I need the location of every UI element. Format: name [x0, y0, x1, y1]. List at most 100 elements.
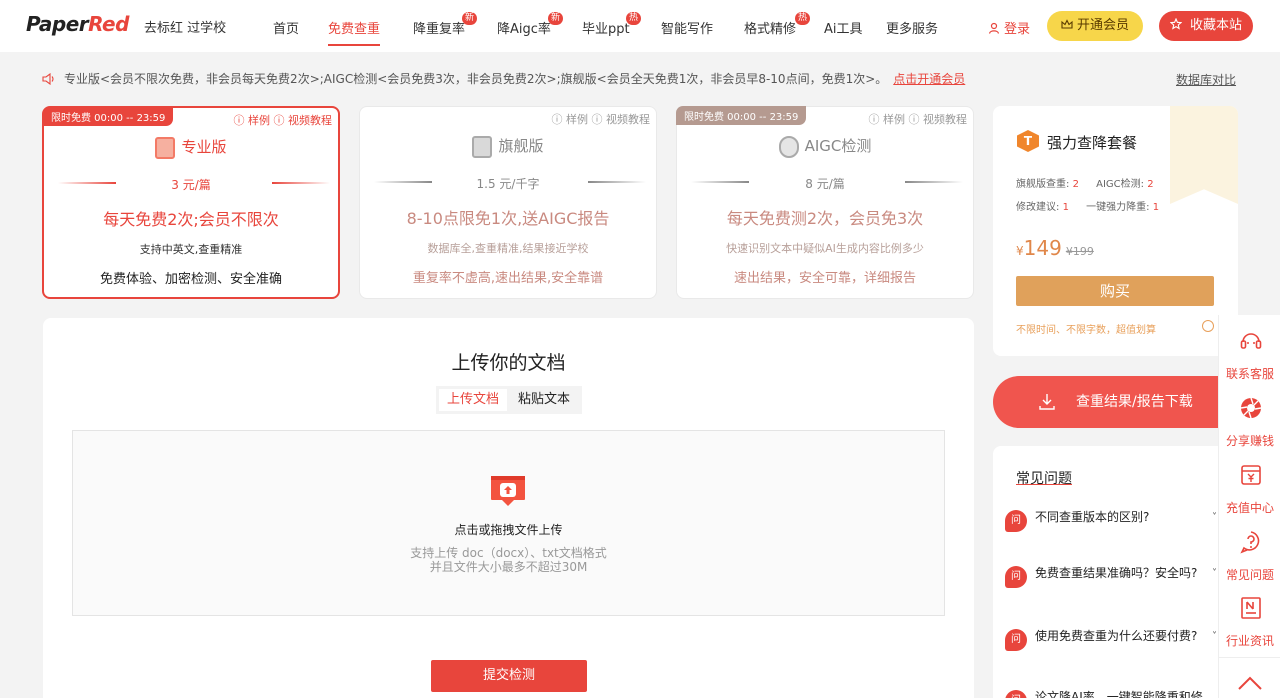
plan-headline: 8-10点限免1次,送AIGC报告 [406, 209, 610, 228]
plan-headline: 每天免费测2次，会员免3次 [726, 209, 924, 228]
login-label: 登录 [1004, 22, 1031, 37]
spec-value: 2 [1072, 179, 1079, 190]
plan-card-aigc[interactable]: 限时免费 00:00 -- 23:59 ⓘ 样例 ⓘ 视频教程 AIGC检测 8… [676, 106, 974, 299]
dropzone-hint-line: 支持上传 doc（docx）、txt文档格式 [410, 546, 607, 560]
buy-button[interactable]: 购买 [1016, 276, 1214, 306]
divider [272, 182, 330, 184]
download-icon [1039, 394, 1055, 410]
favorite-button-label: 收藏本站 [1189, 18, 1242, 33]
plan-title-text: 专业版 [181, 138, 227, 156]
spec-value: 1 [1152, 202, 1160, 213]
spec-label: 修改建议: [1016, 202, 1060, 213]
chevron-up-icon[interactable] [1237, 675, 1263, 691]
plan-price: 1.5 元/千字 [476, 177, 540, 191]
plan-features: 速出结果，安全可靠，详细报告 [733, 271, 916, 286]
database-compare-link[interactable]: 数据库对比 [1176, 71, 1236, 88]
card-sample-links[interactable]: ⓘ 样例 ⓘ 视频教程 [234, 112, 333, 128]
faq-question: 使用免费查重为什么还要付费? [1035, 629, 1198, 643]
sidebar-contact-service[interactable]: 联系客服 [1219, 323, 1280, 389]
chevron-down-icon: ˅ [1212, 512, 1217, 523]
plan-title: 旗舰版 [360, 135, 656, 158]
plan-card-professional[interactable]: 限时免费 00:00 -- 23:59 ⓘ 样例 ⓘ 视频教程 专业版 3 元/… [42, 106, 340, 299]
nav-smart-writing[interactable]: 智能写作 [661, 18, 713, 37]
plan-title: AIGC检测 [677, 135, 973, 158]
faq-question: 论文降AI率，一键智能降重和修 [1035, 690, 1203, 698]
package-price: ¥149 ¥199 [1016, 236, 1094, 260]
chevron-down-icon: ˅ [1212, 568, 1217, 579]
nav-home[interactable]: 首页 [273, 18, 299, 37]
nav-badge-hot: 热 [795, 12, 811, 25]
nav-graduation-ppt[interactable]: 毕业ppt [582, 18, 630, 37]
card-sample-links[interactable]: ⓘ 样例 ⓘ 视频教程 [552, 111, 651, 127]
login-link[interactable]: 登录 [988, 18, 1030, 37]
submit-check-button[interactable]: 提交检测 [431, 660, 587, 692]
card-sample-links[interactable]: ⓘ 样例 ⓘ 视频教程 [869, 111, 968, 127]
sidebar-label: 行业资讯 [1225, 634, 1274, 648]
sidebar-share-earn[interactable]: 分享赚钱 [1219, 390, 1280, 456]
nav-badge-new: 新 [462, 12, 478, 25]
dropzone-hint: 支持上传 doc（docx）、txt文档格式 并且文件大小最多不超过30M [73, 546, 944, 574]
tab-paste-text[interactable]: 粘贴文本 [510, 389, 578, 411]
old-price: ¥199 [1065, 245, 1094, 258]
notice-bar: 专业版<会员不限次免费，非会员每天免费2次>;AIGC检测<会员免费3次，非会员… [42, 70, 965, 87]
nav-format[interactable]: 格式精修 [744, 18, 796, 37]
plan-title: 专业版 [44, 136, 338, 159]
package-spec-row: 旗舰版查重: 2 AIGC检测: 2 [1016, 175, 1154, 190]
favorite-button[interactable]: 收藏本站 [1159, 11, 1253, 41]
download-label: 查重结果/报告下载 [1076, 394, 1193, 410]
question-bubble-icon: 问 [1005, 629, 1027, 651]
upload-tabs: 上传文档 粘贴文本 [436, 386, 582, 414]
question-icon [1240, 531, 1260, 554]
vip-button[interactable]: 开通会员 [1047, 11, 1143, 41]
upload-panel: 上传你的文档 上传文档 粘贴文本 点击或拖拽文件上传 支持上传 doc（docx… [43, 318, 974, 698]
plan-features: 免费体验、加密检测、安全准确 [99, 272, 282, 287]
package-logo-icon: T [1017, 130, 1039, 152]
paperred-logo[interactable]: PaperRed [26, 12, 129, 36]
sidebar-industry-news[interactable]: 行业资讯 [1219, 590, 1280, 656]
open-vip-link[interactable]: 点击开通会员 [893, 72, 965, 86]
report-download-button[interactable]: 查重结果/报告下载 [993, 376, 1238, 428]
nav-badge-new: 新 [548, 12, 564, 25]
sidebar-label: 常见问题 [1225, 568, 1274, 582]
faq-question: 免费查重结果准确吗？安全吗? [1035, 566, 1198, 580]
upload-title: 上传你的文档 [451, 352, 566, 374]
nav-ai-tools[interactable]: Ai工具 [824, 18, 863, 37]
divider [1219, 657, 1280, 658]
faq-panel: 常见问题 问 不同查重版本的区别? ˅ 问 免费查重结果准确吗？安全吗? ˅ 问… [993, 446, 1238, 698]
sidebar-label: 充值中心 [1225, 501, 1274, 515]
faq-title: 常见问题 [1016, 471, 1072, 487]
question-bubble-icon: 问 [1005, 510, 1027, 532]
ribbon-icon [155, 136, 176, 159]
plan-price: 3 元/篇 [171, 178, 211, 192]
plan-card-flagship[interactable]: ⓘ 样例 ⓘ 视频教程 旗舰版 1.5 元/千字 8-10点限免1次,送AIGC… [359, 106, 657, 299]
logo-text: Paper [26, 12, 89, 36]
yen-icon [1241, 465, 1261, 485]
tab-upload-document[interactable]: 上传文档 [439, 389, 507, 411]
aperture-icon [1240, 397, 1262, 419]
divider [905, 181, 963, 183]
nav-active-underline [328, 44, 380, 46]
dropzone-hint-line: 并且文件大小最多不超过30M [429, 560, 588, 574]
spec-value: 2 [1147, 179, 1154, 190]
speaker-icon [42, 72, 54, 86]
sidebar-faq[interactable]: 常见问题 [1219, 524, 1280, 590]
faq-question: 不同查重版本的区别? [1035, 510, 1150, 524]
spec-value: 1 [1062, 202, 1069, 213]
nav-reduce-aigc[interactable]: 降Aigc率 [497, 18, 551, 37]
check-icon [1202, 320, 1214, 332]
file-dropzone[interactable]: 点击或拖拽文件上传 支持上传 doc（docx）、txt文档格式 并且文件大小最多… [72, 430, 945, 616]
plan-title-text: 旗舰版 [498, 137, 544, 155]
question-bubble-icon: 问 [1005, 566, 1027, 588]
price-currency: ¥ [1016, 244, 1024, 258]
spec-label: 旗舰版查重: [1016, 179, 1070, 190]
nav-free-check[interactable]: 免费查重 [328, 18, 380, 37]
notice-text: 专业版<会员不限次免费，非会员每天免费2次>;AIGC检测<会员免费3次，非会员… [64, 72, 888, 86]
package-card: T 强力查降套餐 旗舰版查重: 2 AIGC检测: 2 修改建议: 1 一键强力… [993, 106, 1238, 356]
free-time-tag: 限时免费 00:00 -- 23:59 [43, 107, 174, 126]
upload-icon [491, 476, 525, 506]
plan-subtext: 支持中英文,查重精准 [139, 243, 243, 256]
nav-more-services[interactable]: 更多服务 [886, 18, 938, 37]
nav-reduce-repeat[interactable]: 降重复率 [413, 18, 465, 37]
plan-subtext: 数据库全,查重精准,结果接近学校 [427, 242, 589, 255]
sidebar-recharge-center[interactable]: 充值中心 [1219, 457, 1280, 523]
